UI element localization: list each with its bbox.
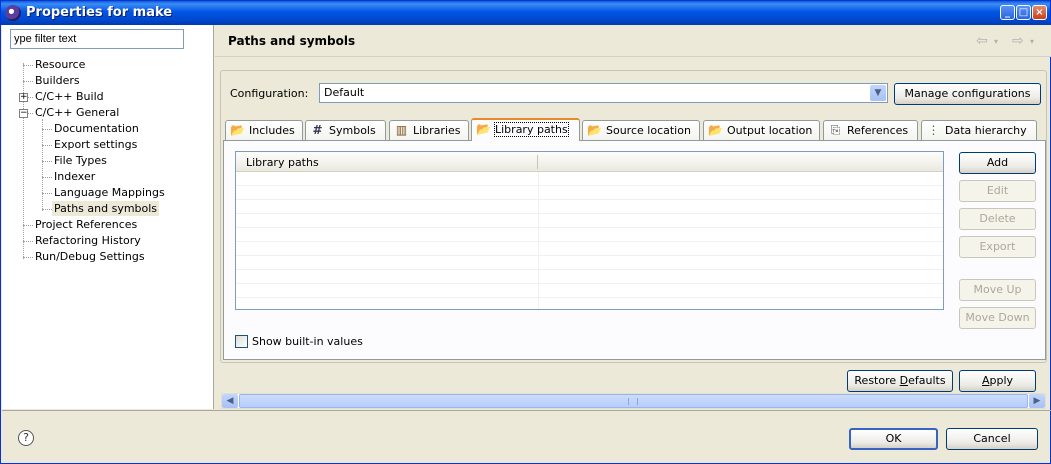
delete-button[interactable]: Delete <box>959 208 1036 230</box>
table-row[interactable] <box>236 242 943 256</box>
column-header-library-paths[interactable]: Library paths <box>246 156 319 169</box>
tree-item-language-mappings[interactable]: Language Mappings <box>52 185 167 200</box>
tree-item-paths-and-symbols[interactable]: Paths and symbols <box>52 201 160 216</box>
add-button[interactable]: Add <box>959 152 1036 174</box>
dropdown-arrow-icon[interactable]: ▼ <box>870 85 886 101</box>
tab-output-location[interactable]: 📂 Output location <box>703 120 820 140</box>
table-row[interactable] <box>236 270 943 284</box>
tree-item-indexer[interactable]: Indexer <box>52 169 97 184</box>
cancel-button[interactable]: Cancel <box>946 428 1038 450</box>
edit-button[interactable]: Edit <box>959 180 1036 202</box>
page-title: Paths and symbols <box>228 34 356 48</box>
tree-item-cpp-general[interactable]: C/C++ General <box>33 105 121 120</box>
hierarchy-icon: ⋮ <box>927 123 940 137</box>
ok-button[interactable]: OK <box>849 428 938 450</box>
configuration-select[interactable]: Default ▼ <box>319 83 888 103</box>
tree-item-builders[interactable]: Builders <box>33 73 82 88</box>
tab-data-hierarchy[interactable]: ⋮ Data hierarchy <box>921 120 1037 140</box>
show-builtin-checkbox[interactable] <box>235 335 248 348</box>
show-builtin-label: Show built-in values <box>252 335 363 348</box>
table-row[interactable] <box>236 172 943 186</box>
tab-library-paths[interactable]: 📂 Library paths <box>471 118 580 141</box>
forward-arrow-icon[interactable]: ⇨ <box>1012 33 1024 49</box>
scroll-thumb[interactable] <box>239 394 1028 408</box>
table-row[interactable] <box>236 256 943 270</box>
tree-item-run-debug-settings[interactable]: Run/Debug Settings <box>33 249 147 264</box>
scroll-left-icon[interactable]: ◀ <box>222 394 238 408</box>
tab-references[interactable]: ⎘ References <box>823 120 918 140</box>
back-arrow-icon[interactable]: ⇦ <box>976 33 988 49</box>
output-folder-icon: 📂 <box>708 123 723 137</box>
eclipse-icon <box>5 5 21 21</box>
references-icon: ⎘ <box>830 123 841 137</box>
title-bar[interactable]: Properties for make _ □ × <box>1 1 1050 25</box>
table-row[interactable] <box>236 186 943 200</box>
export-button[interactable]: Export <box>959 236 1036 258</box>
tree-pane: + − Resource Builders C/C++ Build C/C++ … <box>2 25 214 409</box>
table-row[interactable] <box>236 228 943 242</box>
tree-item-documentation[interactable]: Documentation <box>52 121 141 136</box>
expand-c-build-icon[interactable]: + <box>19 93 28 102</box>
manage-configurations-button[interactable]: Manage configurations <box>894 83 1041 105</box>
tree-item-export-settings[interactable]: Export settings <box>52 137 139 152</box>
source-folder-icon: 📂 <box>587 123 602 137</box>
move-down-button[interactable]: Move Down <box>959 307 1036 329</box>
tree-item-file-types[interactable]: File Types <box>52 153 109 168</box>
library-paths-table[interactable]: Library paths <box>235 151 944 310</box>
back-dropdown-icon[interactable]: ▾ <box>994 37 998 46</box>
table-row[interactable] <box>236 214 943 228</box>
filter-input[interactable] <box>10 29 184 49</box>
hash-icon: # <box>312 123 323 137</box>
tab-source-location[interactable]: 📂 Source location <box>582 120 700 140</box>
library-folder-icon: 📂 <box>476 122 491 136</box>
minimize-button[interactable]: _ <box>1000 5 1015 20</box>
tree-item-refactoring-history[interactable]: Refactoring History <box>33 233 143 248</box>
move-up-button[interactable]: Move Up <box>959 279 1036 301</box>
configuration-value: Default <box>324 86 365 99</box>
scroll-right-icon[interactable]: ▶ <box>1029 394 1045 408</box>
table-row[interactable] <box>236 200 943 214</box>
properties-dialog: Properties for make _ □ × + − Resource B… <box>0 0 1051 464</box>
table-row[interactable] <box>236 284 943 298</box>
tab-includes[interactable]: 📂 Includes <box>225 120 303 140</box>
configuration-label: Configuration: <box>230 87 309 100</box>
restore-defaults-button[interactable]: Restore Defaults <box>847 370 953 392</box>
page-header: Paths and symbols ⇦ ▾ ⇨ ▾ <box>215 25 1051 57</box>
table-header: Library paths <box>236 152 943 172</box>
tree-item-resource[interactable]: Resource <box>33 57 87 72</box>
tree-item-cpp-build[interactable]: C/C++ Build <box>33 89 106 104</box>
tree-item-project-references[interactable]: Project References <box>33 217 139 232</box>
tab-libraries[interactable]: ▥ Libraries <box>389 120 469 140</box>
collapse-c-general-icon[interactable]: − <box>19 109 28 118</box>
apply-button[interactable]: Apply <box>959 370 1036 392</box>
close-button[interactable]: × <box>1032 5 1047 20</box>
includes-folder-icon: 📂 <box>230 123 245 137</box>
library-books-icon: ▥ <box>395 123 408 137</box>
maximize-button[interactable]: □ <box>1016 5 1031 20</box>
help-icon[interactable]: ? <box>18 430 34 446</box>
forward-dropdown-icon[interactable]: ▾ <box>1030 37 1034 46</box>
window-title: Properties for make <box>26 5 173 20</box>
tab-symbols[interactable]: # Symbols <box>305 120 386 140</box>
horizontal-scrollbar[interactable]: ◀ ▶ <box>221 393 1046 409</box>
